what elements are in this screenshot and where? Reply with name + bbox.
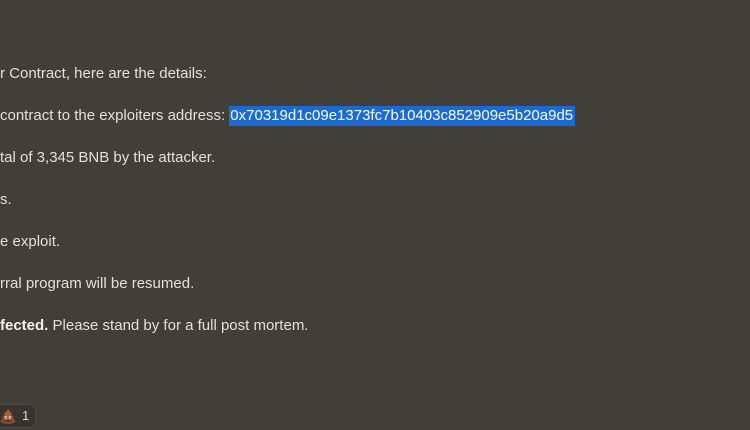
message-line: r Contract, here are the details: [0,65,207,82]
line-suffix: Please stand by for a full post mortem. [48,317,309,334]
message-line-final: fected. Please stand by for a full post … [0,316,308,336]
bold-text: fected. [0,317,49,334]
exploiter-address-selected[interactable]: 0x70319d1c09e1373fc7b10403c852909e5b20a9… [229,106,576,126]
message-line: rral program will be resumed. [0,275,195,292]
message-content: r Contract, here are the details: contra… [0,0,750,430]
message-line-address: contract to the exploiters address: 0x70… [0,106,576,126]
message-line: tal of 3,345 BNB by the attacker. [0,149,216,166]
poop-emoji-icon [0,407,17,425]
reaction-button[interactable]: 1 [0,404,36,428]
address-prefix: contract to the exploiters address: [0,107,230,124]
message-line: s. [0,191,12,208]
message-line: e exploit. [0,233,61,250]
reaction-count: 1 [22,408,30,423]
